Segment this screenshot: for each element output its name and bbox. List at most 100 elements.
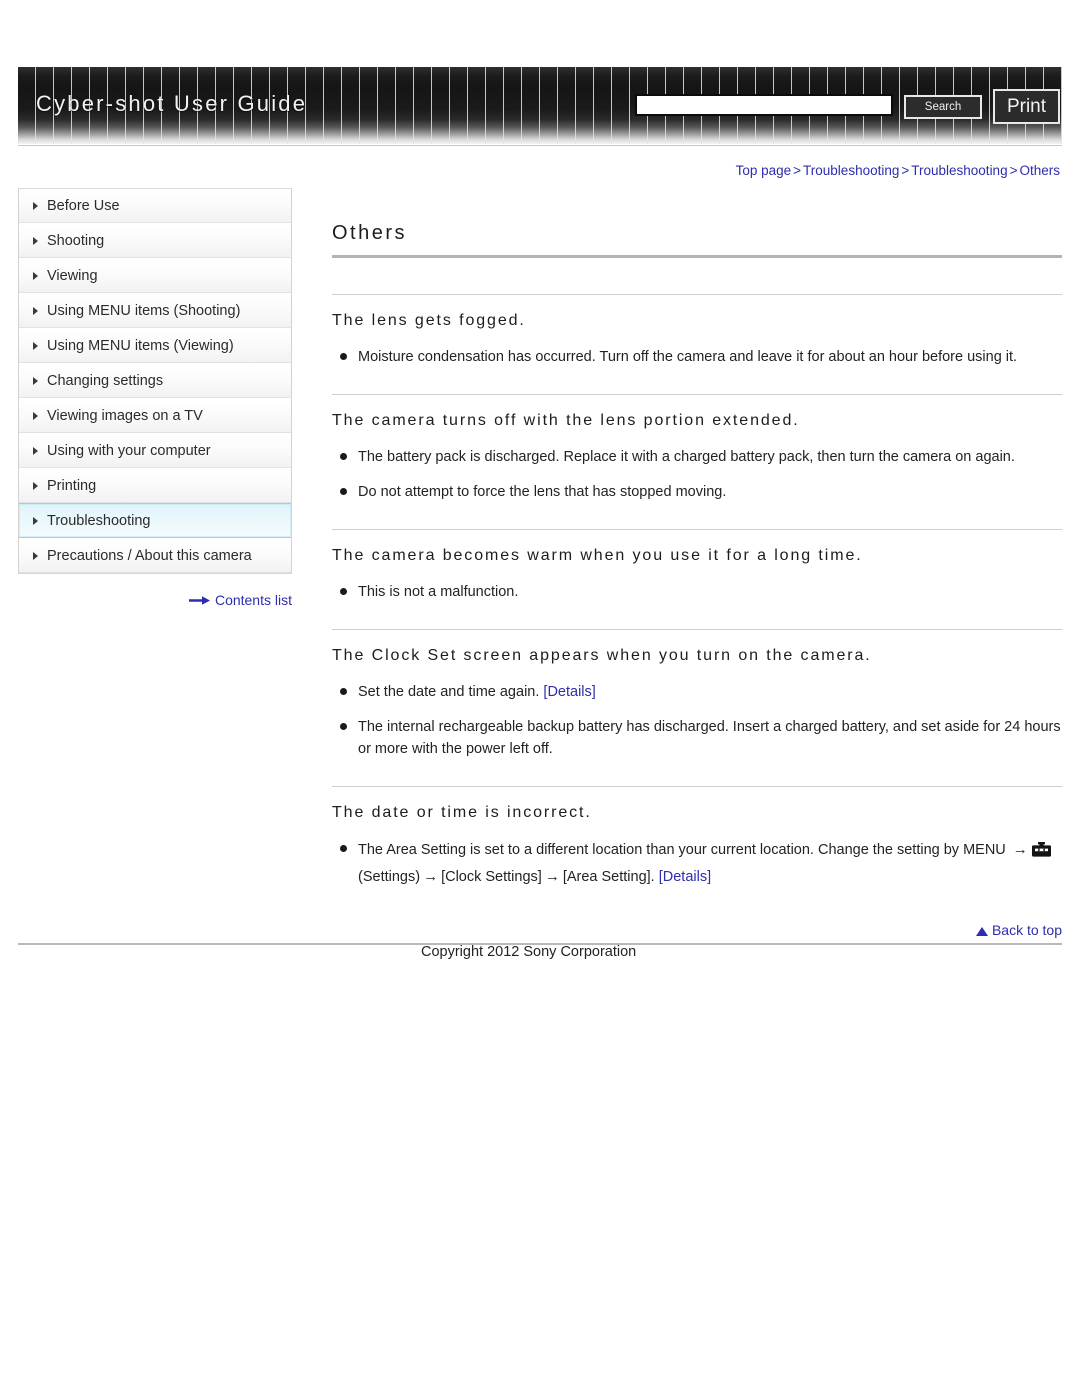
sidebar-item-before-use[interactable]: Before Use: [19, 188, 291, 223]
breadcrumb-item-others[interactable]: Others: [1019, 163, 1060, 178]
sidebar-item-label: Shooting: [47, 233, 105, 249]
sidebar-item-label: Changing settings: [47, 373, 164, 389]
right-arrow-icon: [188, 593, 211, 609]
bullet-list: Set the date and time again. [Details] Th…: [332, 681, 1062, 760]
bullet-text: Moisture condensation has occurred. Turn…: [358, 348, 1018, 365]
bullet-text: The battery pack is discharged. Replace …: [358, 449, 1015, 466]
details-link[interactable]: [Details]: [543, 684, 595, 700]
breadcrumb-separator: >: [901, 163, 910, 178]
copyright-text: Copyright 2012 Sony Corporation: [421, 944, 637, 960]
section-divider: [332, 294, 1062, 295]
bullet-text: Set the date and time again.: [358, 684, 540, 701]
bullet-dot-icon: [340, 587, 347, 595]
bullet-dot-icon: [340, 352, 347, 360]
site-title: Cyber-shot User Guide: [36, 91, 308, 116]
bullet-item: Do not attempt to force the lens that ha…: [332, 481, 1062, 503]
sidebar-item-printing[interactable]: Printing: [19, 468, 291, 503]
contents-list-link[interactable]: Contents list: [18, 592, 292, 609]
bullet-text: [Area Setting].: [562, 868, 655, 885]
triangle-right-icon: [33, 201, 38, 210]
sidebar-item-label: Printing: [47, 478, 97, 494]
section-heading: The date or time is incorrect.: [332, 804, 592, 822]
triangle-right-icon: [33, 376, 38, 385]
breadcrumb-item-top-page[interactable]: Top page: [736, 163, 792, 178]
bullet-text: This is not a malfunction.: [358, 583, 519, 600]
sidebar-item-label: Before Use: [47, 198, 120, 214]
bullet-list: Moisture condensation has occurred. Turn…: [332, 346, 1062, 368]
search-input[interactable]: [635, 94, 893, 116]
bullet-dot-icon: [340, 688, 347, 696]
sidebar-item-label: Using with your computer: [47, 443, 211, 459]
sidebar-item-changing-settings[interactable]: Changing settings: [19, 363, 291, 398]
bullet-list: The battery pack is discharged. Replace …: [332, 446, 1062, 503]
bullet-item: Set the date and time again. [Details]: [332, 681, 1062, 703]
section-heading: The camera becomes warm when you use it …: [332, 547, 863, 564]
section-heading: The Clock Set screen appears when you tu…: [332, 647, 872, 665]
bullet-dot-icon: [340, 722, 347, 730]
bullet-list: This is not a malfunction.: [332, 581, 1062, 603]
sidebar-item-label: Using MENU items (Shooting): [47, 303, 241, 319]
section-heading: The lens gets fogged.: [332, 312, 526, 329]
toolbox-settings-icon: [1031, 842, 1051, 864]
breadcrumb-item-troubleshooting-2[interactable]: Troubleshooting: [911, 163, 1007, 178]
sidebar-item-troubleshooting[interactable]: Troubleshooting: [19, 503, 291, 538]
page-title: Others: [332, 222, 408, 244]
sidebar-item-precautions-about-this-camera[interactable]: Precautions / About this camera: [19, 538, 291, 573]
sidebar-item-viewing-images-on-a-tv[interactable]: Viewing images on a TV: [19, 398, 291, 433]
back-to-top-link[interactable]: Back to top: [332, 922, 1062, 938]
sidebar-item-shooting[interactable]: Shooting: [19, 223, 291, 258]
bullet-dot-icon: [340, 487, 347, 495]
triangle-right-icon: [33, 551, 38, 560]
triangle-right-icon: [33, 236, 38, 245]
main-content: Others The lens gets fogged. Moisture con…: [332, 222, 1062, 914]
page-title-rule: [332, 255, 1062, 258]
sidebar-item-using-with-your-computer[interactable]: Using with your computer: [19, 433, 291, 468]
site-header: Cyber-shot User Guide Search Print: [18, 67, 1062, 146]
section-divider: [332, 629, 1062, 631]
content-section: The Clock Set screen appears when you tu…: [332, 629, 1062, 760]
triangle-up-icon: [975, 927, 988, 936]
bullet-text: The Area Setting is set to a different l…: [358, 842, 1006, 859]
bullet-item: The battery pack is discharged. Replace …: [332, 446, 1062, 468]
sidebar-item-viewing[interactable]: Viewing: [19, 258, 291, 293]
header-baseline: [18, 145, 1062, 146]
back-to-top-label: Back to top: [991, 922, 1062, 938]
search-button[interactable]: Search: [904, 95, 982, 119]
triangle-right-icon: [33, 446, 38, 455]
bullet-text: (Settings): [358, 868, 421, 885]
sidebar-item-label: Troubleshooting: [47, 513, 151, 529]
sidebar-nav: Before Use Shooting Viewing Using MENU item…: [18, 188, 292, 574]
bullet-item: The Area Setting is set to a different l…: [332, 838, 1062, 888]
bullet-text: [Clock Settings]: [441, 868, 542, 885]
bullet-dot-icon: [340, 453, 347, 461]
triangle-right-icon: [33, 341, 38, 350]
details-link[interactable]: [Details]: [659, 869, 711, 885]
content-section: The date or time is incorrect. The Area S…: [332, 786, 1062, 888]
triangle-right-icon: [33, 271, 38, 280]
section-divider: [332, 786, 1062, 788]
section-divider: [332, 394, 1062, 396]
bullet-list: The Area Setting is set to a different l…: [332, 838, 1062, 888]
section-heading: The camera turns off with the lens porti…: [332, 412, 800, 430]
breadcrumb-item-troubleshooting-1[interactable]: Troubleshooting: [803, 163, 899, 178]
print-button[interactable]: Print: [993, 89, 1060, 124]
sidebar-item-label: Viewing: [47, 268, 98, 284]
right-arrow-glyph: →: [423, 867, 439, 885]
bullet-text: Do not attempt to force the lens that ha…: [358, 483, 727, 500]
bullet-item: The internal rechargeable backup battery…: [332, 716, 1062, 761]
section-divider: [332, 529, 1062, 530]
content-section: The lens gets fogged. Moisture condensati…: [332, 294, 1062, 368]
sidebar-item-label: Viewing images on a TV: [47, 408, 203, 424]
bullet-dot-icon: [340, 845, 347, 853]
breadcrumb-separator: >: [1009, 163, 1018, 178]
sidebar-item-using-menu-items-shooting[interactable]: Using MENU items (Shooting): [19, 293, 291, 328]
bullet-item: Moisture condensation has occurred. Turn…: [332, 346, 1062, 368]
triangle-right-icon: [33, 481, 38, 490]
sidebar-item-label: Precautions / About this camera: [47, 548, 252, 564]
bullet-item: This is not a malfunction.: [332, 581, 1062, 603]
sidebar-item-using-menu-items-viewing[interactable]: Using MENU items (Viewing): [19, 328, 291, 363]
sections-container: The lens gets fogged. Moisture condensati…: [332, 294, 1062, 888]
triangle-right-icon: [33, 411, 38, 420]
contents-list-label: Contents list: [214, 592, 292, 608]
content-section: The camera turns off with the lens porti…: [332, 394, 1062, 503]
